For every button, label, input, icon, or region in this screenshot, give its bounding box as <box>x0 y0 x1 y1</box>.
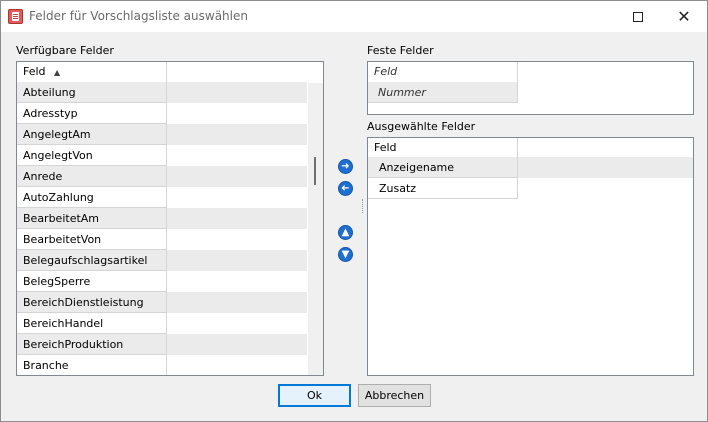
available-grid-header: Feld ▲ <box>17 62 323 82</box>
field-name-cell[interactable]: Branche <box>17 355 167 375</box>
list-item[interactable]: AngelegtVon <box>17 145 323 166</box>
selected-fields-label: Ausgewählte Felder <box>367 120 476 133</box>
add-field-button[interactable]: ➜ <box>338 159 353 174</box>
row-filler <box>167 208 307 229</box>
vertical-scrollbar[interactable] <box>308 83 323 375</box>
row-filler <box>167 271 307 292</box>
close-button[interactable]: ✕ <box>661 1 707 32</box>
row-filler <box>518 157 693 178</box>
list-item[interactable]: BereichProduktion <box>17 334 323 355</box>
list-item[interactable]: AutoZahlung <box>17 187 323 208</box>
maximize-icon <box>633 11 643 22</box>
arrow-up-icon: ▲ <box>341 226 350 238</box>
close-icon: ✕ <box>677 6 691 26</box>
list-item[interactable]: Adresstyp <box>17 103 323 124</box>
list-item[interactable]: Branche <box>17 355 323 375</box>
list-item[interactable]: BearbeitetVon <box>17 229 323 250</box>
row-filler <box>167 355 307 375</box>
row-filler <box>167 229 307 250</box>
arrow-down-icon: ▼ <box>341 248 350 260</box>
row-filler <box>167 124 307 145</box>
field-name-cell[interactable]: AngelegtVon <box>17 145 167 166</box>
column-header-label: Feld <box>23 65 46 78</box>
move-up-button[interactable]: ▲ <box>338 225 353 240</box>
fixed-fields-grid: Feld Nummer <box>367 61 694 115</box>
field-name-cell[interactable]: Anrede <box>17 166 167 187</box>
row-filler <box>167 334 307 355</box>
field-name-cell[interactable]: AutoZahlung <box>17 187 167 208</box>
app-icon <box>8 9 23 24</box>
available-fields-grid[interactable]: Feld ▲ Abteilung Adresstyp AngelegtAm Angel… <box>16 61 324 376</box>
selected-field-zusatz[interactable]: Zusatz <box>368 178 518 199</box>
field-name-cell[interactable]: Abteilung <box>17 82 167 103</box>
ok-button[interactable]: Ok <box>278 384 351 407</box>
list-item[interactable]: Abteilung <box>17 82 323 103</box>
sort-ascending-icon: ▲ <box>54 68 61 77</box>
list-item[interactable]: BereichHandel <box>17 313 323 334</box>
list-item[interactable]: Belegaufschlagsartikel <box>17 250 323 271</box>
column-header-feld[interactable]: Feld ▲ <box>17 62 167 82</box>
selected-row[interactable]: Zusatz <box>368 178 693 199</box>
field-name-cell[interactable]: BearbeitetAm <box>17 208 167 229</box>
selected-column-header[interactable]: Feld <box>368 138 518 158</box>
scrollbar-thumb[interactable] <box>314 157 316 185</box>
row-filler <box>167 250 307 271</box>
field-name-cell[interactable]: Belegaufschlagsartikel <box>17 250 167 271</box>
list-item[interactable]: AngelegtAm <box>17 124 323 145</box>
remove-field-button[interactable]: ➜ <box>338 181 353 196</box>
selected-grid-header: Feld <box>368 138 693 158</box>
list-item[interactable]: BereichDienstleistung <box>17 292 323 313</box>
field-name-cell[interactable]: Adresstyp <box>17 103 167 124</box>
row-filler <box>167 187 307 208</box>
available-fields-label: Verfügbare Felder <box>16 44 114 57</box>
cancel-button[interactable]: Abbrechen <box>358 384 431 407</box>
window-title: Felder für Vorschlagsliste auswählen <box>29 9 248 23</box>
list-item[interactable]: BearbeitetAm <box>17 208 323 229</box>
field-name-cell[interactable]: BearbeitetVon <box>17 229 167 250</box>
row-filler <box>167 103 307 124</box>
title-bar: Felder für Vorschlagsliste auswählen ✕ <box>1 1 707 32</box>
move-down-button[interactable]: ▼ <box>338 247 353 262</box>
fixed-grid-header: Feld <box>368 62 693 82</box>
field-name-cell[interactable]: BelegSperre <box>17 271 167 292</box>
field-name-cell[interactable]: BereichProduktion <box>17 334 167 355</box>
row-filler <box>167 166 307 187</box>
splitter-handle[interactable] <box>362 199 365 213</box>
selected-row[interactable]: Anzeigename <box>368 157 693 178</box>
fixed-field-nummer: Nummer <box>368 82 518 103</box>
row-filler <box>167 82 307 103</box>
arrow-left-icon: ➜ <box>341 182 350 194</box>
row-filler <box>167 292 307 313</box>
list-item[interactable]: Anrede <box>17 166 323 187</box>
row-filler <box>167 145 307 166</box>
selected-field-anzeigename[interactable]: Anzeigename <box>368 157 518 178</box>
fixed-column-header: Feld <box>368 62 518 82</box>
field-name-cell[interactable]: BereichDienstleistung <box>17 292 167 313</box>
field-name-cell[interactable]: AngelegtAm <box>17 124 167 145</box>
field-name-cell[interactable]: BereichHandel <box>17 313 167 334</box>
maximize-button[interactable] <box>615 1 661 32</box>
dialog-window: Felder für Vorschlagsliste auswählen ✕ V… <box>0 0 708 422</box>
list-item[interactable]: BelegSperre <box>17 271 323 292</box>
fixed-fields-label: Feste Felder <box>367 44 434 57</box>
fixed-row: Nummer <box>368 82 693 103</box>
row-filler <box>167 313 307 334</box>
arrow-right-icon: ➜ <box>341 160 350 172</box>
selected-fields-grid[interactable]: Feld Anzeigename Zusatz <box>367 137 694 376</box>
